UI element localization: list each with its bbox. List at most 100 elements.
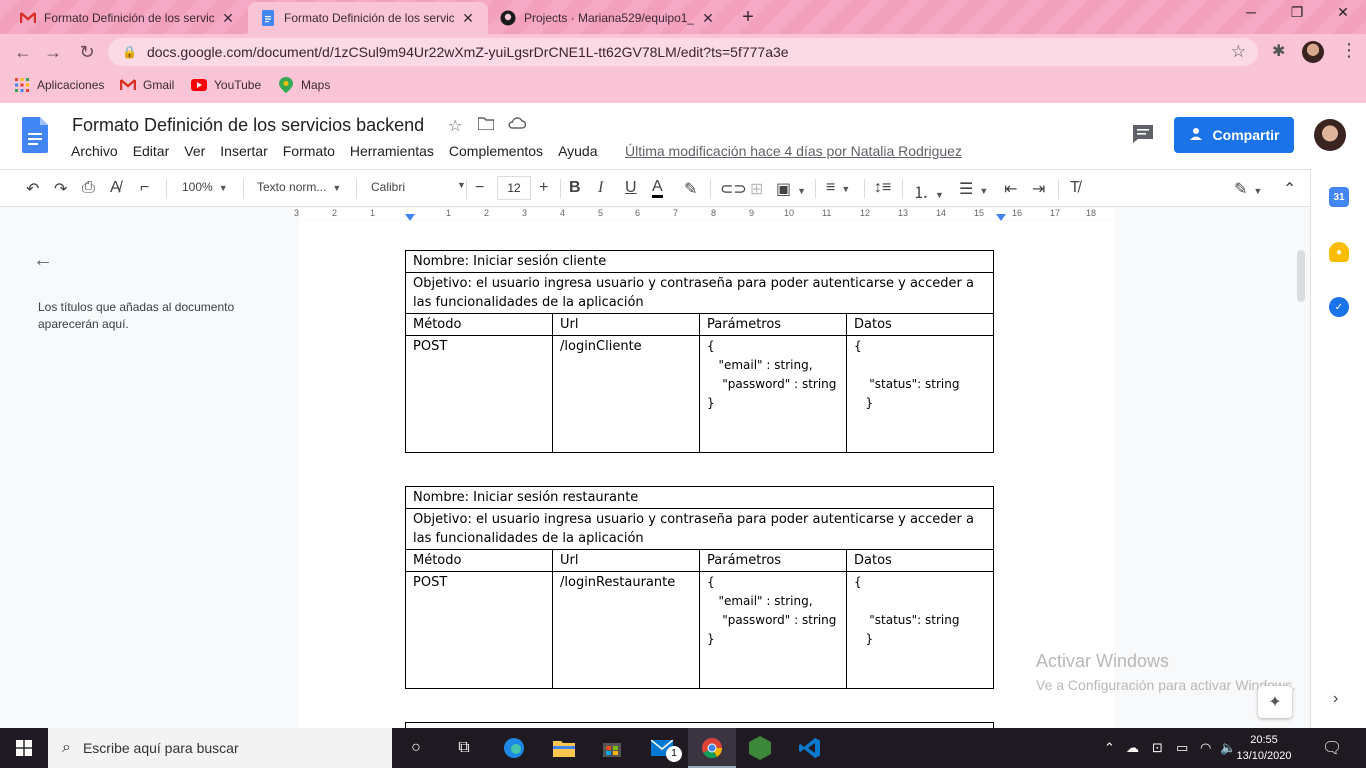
vscode-icon[interactable] [798,736,822,760]
table-objective-cell[interactable]: Objetivo: el usuario ingresa usuario y c… [405,272,994,314]
paint-format-icon[interactable]: ⌐ [140,179,149,197]
menu-insertar[interactable]: Insertar [220,143,267,159]
image-icon[interactable]: ▣ ▼ [776,179,806,199]
header-url[interactable]: Url [552,549,700,572]
tab-gmail[interactable]: Formato Definición de los servicios ✕ [8,2,248,34]
new-tab-button[interactable]: + [738,6,758,29]
menu-editar[interactable]: Editar [133,143,170,159]
header-metodo[interactable]: Método [405,549,553,572]
highlight-icon[interactable]: ✎ [684,179,697,199]
cell-url[interactable]: /loginRestaurante [552,571,700,689]
edge-icon[interactable] [502,736,526,760]
profile-avatar[interactable] [1302,41,1324,63]
header-metodo[interactable]: Método [405,313,553,336]
share-button[interactable]: Compartir [1174,117,1294,153]
add-comment-icon[interactable]: ⊞ [750,179,763,199]
comments-icon[interactable] [1132,124,1156,146]
increase-indent-icon[interactable]: ⇥ [1032,179,1045,199]
back-icon[interactable]: ← [12,42,34,63]
print-icon[interactable]: ⎙ [82,179,95,197]
menu-archivo[interactable]: Archivo [71,143,118,159]
menu-complementos[interactable]: Complementos [449,143,543,159]
decrease-indent-icon[interactable]: ⇤ [1004,179,1017,199]
explore-icon[interactable]: ✦ [1258,686,1292,718]
undo-icon[interactable]: ↶ [26,179,39,199]
user-avatar[interactable] [1314,119,1346,151]
tasks-icon[interactable]: ✓ [1329,297,1349,317]
notifications-icon[interactable]: 🗨 [1322,738,1342,758]
header-datos[interactable]: Datos [846,313,994,336]
cell-parametros[interactable]: { "email" : string, "password" : string … [699,571,847,689]
collapse-toolbar-icon[interactable]: ⌃ [1283,179,1296,199]
calendar-icon[interactable]: 31 [1329,187,1349,207]
star-icon[interactable]: ☆ [448,116,462,136]
extensions-icon[interactable]: ✱ [1272,41,1285,61]
close-icon[interactable]: ✕ [700,10,716,27]
bookmark-youtube[interactable]: YouTube [191,77,261,93]
spellcheck-icon[interactable]: A̸ [110,179,121,197]
node-icon[interactable] [748,736,772,760]
docs-logo-icon[interactable] [22,117,48,153]
vertical-scrollbar[interactable] [1297,250,1305,302]
header-parametros[interactable]: Parámetros [699,549,847,572]
store-icon[interactable] [600,736,624,760]
redo-icon[interactable]: ↷ [54,179,67,199]
document-title[interactable]: Formato Definición de los servicios back… [72,115,424,136]
table-objective-cell[interactable]: Objetivo: el usuario ingresa usuario y c… [405,508,994,550]
chrome-icon[interactable] [700,736,724,760]
close-icon[interactable]: ✕ [460,10,476,27]
file-explorer-icon[interactable] [552,736,576,760]
weather-icon[interactable]: ☁ [1126,740,1139,756]
bulleted-list-icon[interactable]: ☰ ▼ [959,179,988,199]
reload-icon[interactable]: ↻ [76,42,98,63]
bookmark-gmail[interactable]: Gmail [120,77,174,93]
last-edit-link[interactable]: Última modificación hace 4 días por Nata… [625,143,962,159]
keep-icon[interactable]: ● [1329,242,1349,262]
table-name-cell[interactable]: Nombre: Iniciar sesión cliente [405,250,994,273]
menu-herramientas[interactable]: Herramientas [350,143,434,159]
bold-icon[interactable]: B [569,179,581,197]
volume-icon[interactable]: 🔈 [1220,740,1236,756]
text-color-icon[interactable]: A [652,179,663,198]
document-page[interactable]: Nombre: Iniciar sesión cliente Objetivo:… [299,221,1115,728]
link-icon[interactable]: ⊂⊃ [720,179,747,199]
windows-start-icon[interactable] [0,728,48,768]
move-folder-icon[interactable] [477,116,495,135]
task-view-icon[interactable]: ⧉ [452,736,476,760]
cell-parametros[interactable]: { "email" : string, "password" : string … [699,335,847,453]
security-icon[interactable]: ⊡ [1152,740,1163,756]
cell-metodo[interactable]: POST [405,335,553,453]
bookmark-star-icon[interactable]: ☆ [1231,42,1246,62]
decrease-font-size-icon[interactable]: − [475,179,484,197]
align-icon[interactable]: ≡ ▼ [826,179,850,197]
menu-formato[interactable]: Formato [283,143,335,159]
header-url[interactable]: Url [552,313,700,336]
taskbar-search[interactable]: ⌕ Escribe aquí para buscar [48,728,392,768]
italic-icon[interactable]: I [598,179,603,197]
menu-ayuda[interactable]: Ayuda [558,143,597,159]
cortana-icon[interactable]: ○ [404,736,428,760]
editing-mode-icon[interactable]: ✎ ▼ [1234,179,1262,199]
chrome-menu-icon[interactable]: ⋮ [1340,40,1358,61]
cloud-status-icon[interactable] [508,116,527,134]
tab-github[interactable]: Projects · Mariana529/equipo1_s ✕ [488,2,728,34]
cell-metodo[interactable]: POST [405,571,553,689]
battery-icon[interactable]: ▭ [1176,740,1188,756]
address-bar[interactable]: 🔒 docs.google.com/document/d/1zCSul9m94U… [108,38,1258,66]
chevron-up-icon[interactable]: ⌃ [1104,740,1115,756]
menu-ver[interactable]: Ver [184,143,205,159]
clear-formatting-icon[interactable]: T̸ [1070,179,1080,197]
forward-icon[interactable]: → [42,42,64,63]
line-spacing-icon[interactable]: ↕≡ [874,179,891,197]
font-select[interactable]: Calibri ▼ [371,180,466,194]
underline-icon[interactable]: U [625,179,637,197]
minimize-button[interactable]: ─ [1228,4,1274,20]
header-datos[interactable]: Datos [846,549,994,572]
zoom-select[interactable]: 100% ▼ [182,180,228,194]
maximize-button[interactable]: ❐ [1274,4,1320,21]
font-size-input[interactable]: 12 [497,176,531,200]
style-select[interactable]: Texto norm... ▼ [257,180,341,194]
wifi-icon[interactable]: ◠ [1200,740,1211,756]
taskbar-clock[interactable]: 20:55 13/10/2020 [1236,732,1292,764]
cell-url[interactable]: /loginCliente [552,335,700,453]
